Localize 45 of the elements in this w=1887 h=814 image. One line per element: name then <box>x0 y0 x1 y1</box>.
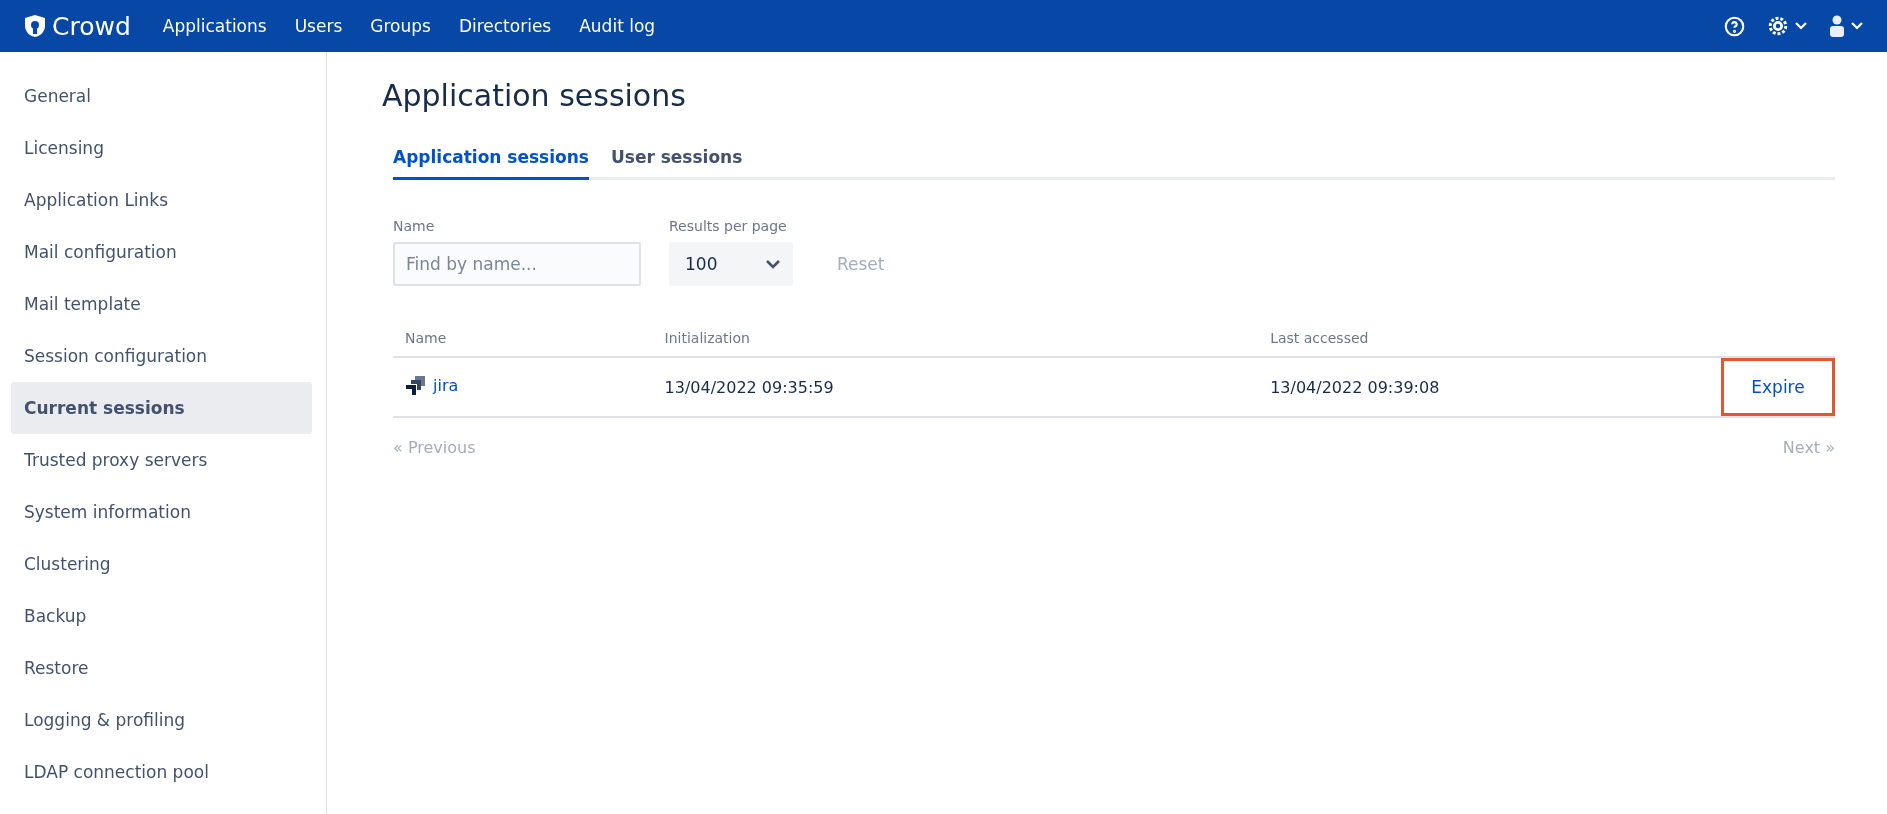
nav-link[interactable]: Groups <box>356 16 445 36</box>
column-header: Name <box>393 320 653 357</box>
sidebar-item[interactable]: Trusted proxy servers <box>11 434 312 486</box>
column-header: Last accessed <box>1258 320 1621 357</box>
sidebar-item[interactable]: System information <box>11 486 312 538</box>
app-logo-icon <box>405 374 427 396</box>
user-menu-button[interactable] <box>1829 15 1863 37</box>
application-link[interactable]: jira <box>433 375 459 395</box>
table-cell: 13/04/2022 09:35:59 <box>652 357 1259 417</box>
chevron-down-icon <box>1851 22 1863 30</box>
sidebar-item[interactable]: Application Links <box>11 174 312 226</box>
nav-link[interactable]: Directories <box>444 16 566 36</box>
sidebar-item[interactable]: LDAP connection pool <box>11 746 312 798</box>
field-label: Results per page <box>669 218 788 234</box>
sidebar-item[interactable]: Restore <box>11 642 312 694</box>
sidebar-item[interactable]: Backup <box>11 590 312 642</box>
tab[interactable]: Application sessions <box>393 139 589 180</box>
field-label: Name <box>393 218 436 234</box>
settings-icon <box>1767 15 1789 37</box>
nav-link[interactable]: Audit log <box>565 16 670 36</box>
sidebar-item[interactable]: Mail configuration <box>11 226 312 278</box>
sidebar-item[interactable]: General <box>11 70 312 122</box>
sidebar-item[interactable]: Clustering <box>11 538 312 590</box>
chevron-down-icon <box>1795 22 1807 30</box>
crowd-logo[interactable]: Crowd <box>24 11 131 41</box>
sidebar-item[interactable]: Licensing <box>11 122 312 174</box>
chevron-down-icon <box>765 259 781 269</box>
expire-link[interactable]: Expire <box>1721 358 1835 416</box>
nav-link[interactable]: Applications <box>148 16 281 36</box>
column-header: Initialization <box>652 320 1259 357</box>
logo-text: Crowd <box>52 11 131 41</box>
sidebar-item[interactable]: Logging & profiling <box>11 694 312 746</box>
sidebar-item[interactable]: Session configuration <box>11 330 312 382</box>
tab[interactable]: User sessions <box>610 139 743 180</box>
results-per-page-dropdown[interactable]: 100 <box>669 242 793 286</box>
nav-link[interactable]: Users <box>280 16 357 36</box>
settings-menu-button[interactable] <box>1767 15 1807 37</box>
user-icon <box>1829 15 1845 37</box>
table-cell: 13/04/2022 09:39:08 <box>1258 357 1621 417</box>
help-icon[interactable] <box>1724 15 1745 37</box>
shield-logo-icon <box>24 14 46 38</box>
name-search-field[interactable]: Find by name... <box>393 242 641 286</box>
page-title: Application sessions <box>382 78 687 113</box>
sidebar-item[interactable]: Current sessions <box>11 382 312 434</box>
sidebar-item[interactable]: Mail template <box>11 278 312 330</box>
